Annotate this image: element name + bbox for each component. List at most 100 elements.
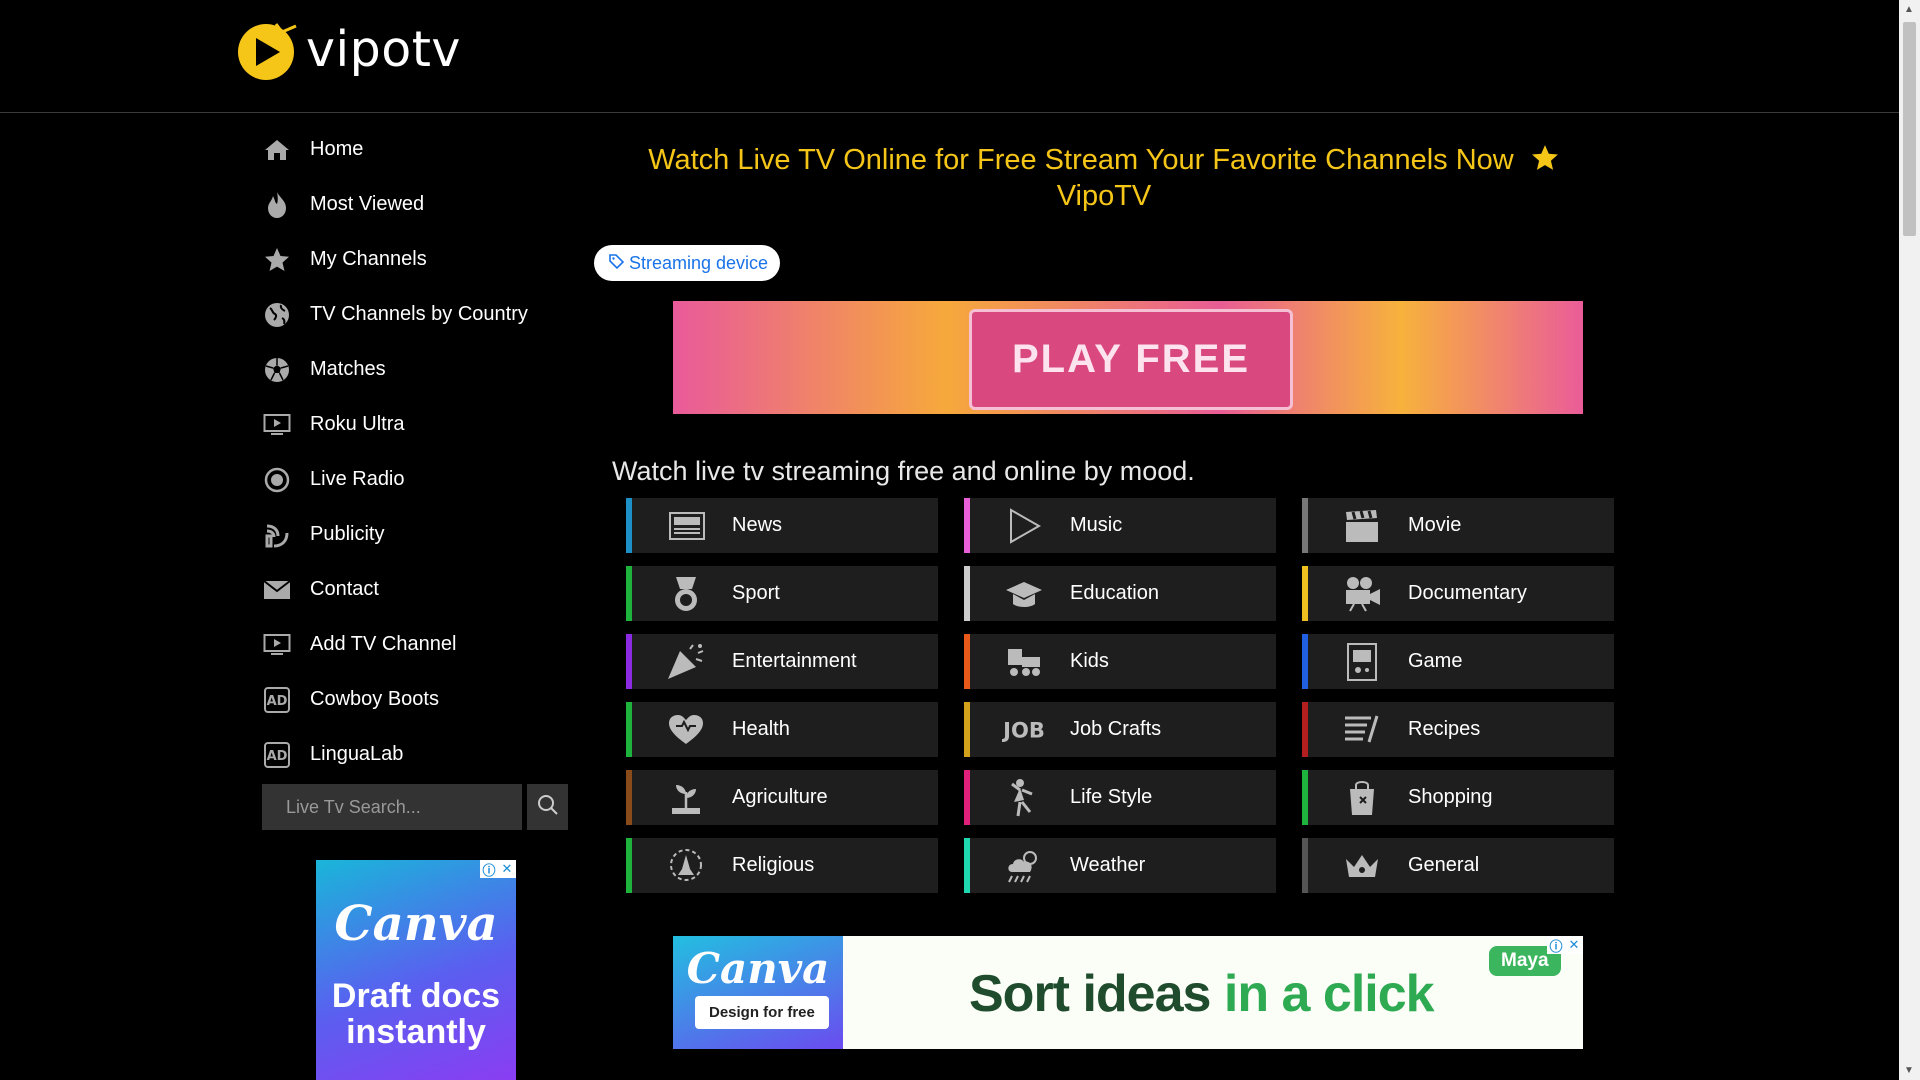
site-logo[interactable]: vipotv [236,16,461,82]
category-label: Agriculture [732,786,828,808]
sidebar-item-publicity[interactable]: Publicity [262,507,562,562]
search-icon [537,794,559,821]
search-button[interactable] [527,784,568,830]
tag-icon [608,253,625,274]
sidebar-item-label: Matches [310,358,386,380]
tv-play-icon [262,630,292,660]
sidebar-nav: Home Most Viewed My Channels TV Channels… [262,122,562,782]
page-title: Watch Live TV Online for Free Stream You… [594,142,1614,214]
info-icon[interactable]: ⓘ [1547,936,1565,954]
toy-train-icon [1002,640,1046,684]
graduation-cap-icon [1002,572,1046,616]
sidebar-item-label: Most Viewed [310,193,425,215]
category-music[interactable]: Music [964,498,1276,553]
dancer-icon [1002,776,1046,820]
ad-text: Draft docs instantly [331,977,501,1051]
party-popper-icon [664,640,708,684]
category-label: Kids [1070,650,1109,672]
fire-icon [262,190,292,220]
heart-icon [664,708,708,752]
sidebar-item-label: My Channels [310,248,427,270]
category-label: Weather [1070,854,1146,876]
category-label: Movie [1408,514,1462,536]
svg-text:JOB: JOB [1002,717,1045,742]
category-movie[interactable]: Movie [1302,498,1614,553]
search-input[interactable] [262,784,522,830]
publicity-icon [262,520,292,550]
close-icon[interactable]: ✕ [1565,936,1583,954]
category-education[interactable]: Education [964,566,1276,621]
category-weather[interactable]: Weather [964,838,1276,893]
category-general[interactable]: General [1302,838,1614,893]
medal-icon [664,572,708,616]
envelope-icon [262,575,292,605]
info-icon[interactable]: ⓘ [480,860,498,878]
newspaper-icon [664,504,708,548]
sidebar-item-lingualab[interactable]: AD LinguaLab [262,727,562,782]
sidebar-item-label: TV Channels by Country [310,303,528,325]
top-ad-banner[interactable]: PLAY FREE [673,301,1583,414]
category-label: Game [1408,650,1463,672]
live-tv-search [262,784,568,830]
scrollbar-thumb[interactable] [1903,22,1916,236]
job-icon: JOB [1002,708,1046,752]
ad-choices[interactable]: ⓘ ✕ [480,860,516,878]
arcade-icon [1340,640,1384,684]
sidebar-item-label: Cowboy Boots [310,688,439,710]
sidebar-item-contact[interactable]: Contact [262,562,562,617]
sidebar-item-add-tv-channel[interactable]: Add TV Channel [262,617,562,672]
sidebar-item-roku-ultra[interactable]: Roku Ultra [262,397,562,452]
ad-cta-button[interactable]: Design for free [695,996,829,1029]
category-life-style[interactable]: Life Style [964,770,1276,825]
sidebar-item-tv-by-country[interactable]: TV Channels by Country [262,287,562,342]
home-icon [262,135,292,165]
logo-play-icon [236,18,298,80]
title-line-2: VipoTV [1056,180,1152,212]
clapperboard-icon [1340,504,1384,548]
star-icon [262,245,292,275]
sidebar-item-most-viewed[interactable]: Most Viewed [262,177,562,232]
sprout-icon [664,776,708,820]
side-advertisement[interactable]: Canva Draft docs instantly ⓘ ✕ [316,860,516,1080]
close-icon[interactable]: ✕ [498,860,516,878]
sidebar-item-live-radio[interactable]: Live Radio [262,452,562,507]
category-kids[interactable]: Kids [964,634,1276,689]
tag-streaming-device[interactable]: Streaming device [594,245,781,281]
bottom-advertisement[interactable]: Canva Design for free Sort ideas in a cl… [673,936,1583,1049]
category-shopping[interactable]: Shopping [1302,770,1614,825]
scroll-down-icon[interactable]: ▼ [1904,1065,1914,1076]
sidebar-item-label: Live Radio [310,468,405,490]
site-header: vipotv [0,0,1899,113]
category-entertainment[interactable]: Entertainment [626,634,938,689]
sidebar-item-label: Add TV Channel [310,633,457,655]
ad-play-free: PLAY FREE [969,309,1293,410]
recipe-list-icon [1340,708,1384,752]
globe-icon [262,300,292,330]
category-label: Health [732,718,790,740]
category-label: Entertainment [732,650,857,672]
category-sport[interactable]: Sport [626,566,938,621]
sidebar-item-home[interactable]: Home [262,122,562,177]
sidebar-item-cowboy-boots[interactable]: AD Cowboy Boots [262,672,562,727]
page-scrollbar[interactable]: ▲ ▼ [1899,0,1920,1080]
sidebar-item-matches[interactable]: Matches [262,342,562,397]
category-news[interactable]: News [626,498,938,553]
sidebar-item-my-channels[interactable]: My Channels [262,232,562,287]
ad-slogan: Sort ideas in a click [969,964,1435,1024]
ad-brand-panel: Canva Design for free [673,936,843,1049]
category-label: News [732,514,783,536]
category-recipes[interactable]: Recipes [1302,702,1614,757]
star-icon [1522,144,1560,176]
ad-choices[interactable]: ⓘ ✕ [1547,936,1583,954]
category-agriculture[interactable]: Agriculture [626,770,938,825]
ad-icon: AD [262,685,292,715]
category-health[interactable]: Health [626,702,938,757]
category-job-crafts[interactable]: JOB Job Crafts [964,702,1276,757]
ad-brand: Canva [334,896,498,952]
category-game[interactable]: Game [1302,634,1614,689]
category-religious[interactable]: Religious [626,838,938,893]
category-label: Sport [732,582,780,604]
radio-icon [262,465,292,495]
scroll-up-icon[interactable]: ▲ [1904,4,1914,15]
category-documentary[interactable]: Documentary [1302,566,1614,621]
